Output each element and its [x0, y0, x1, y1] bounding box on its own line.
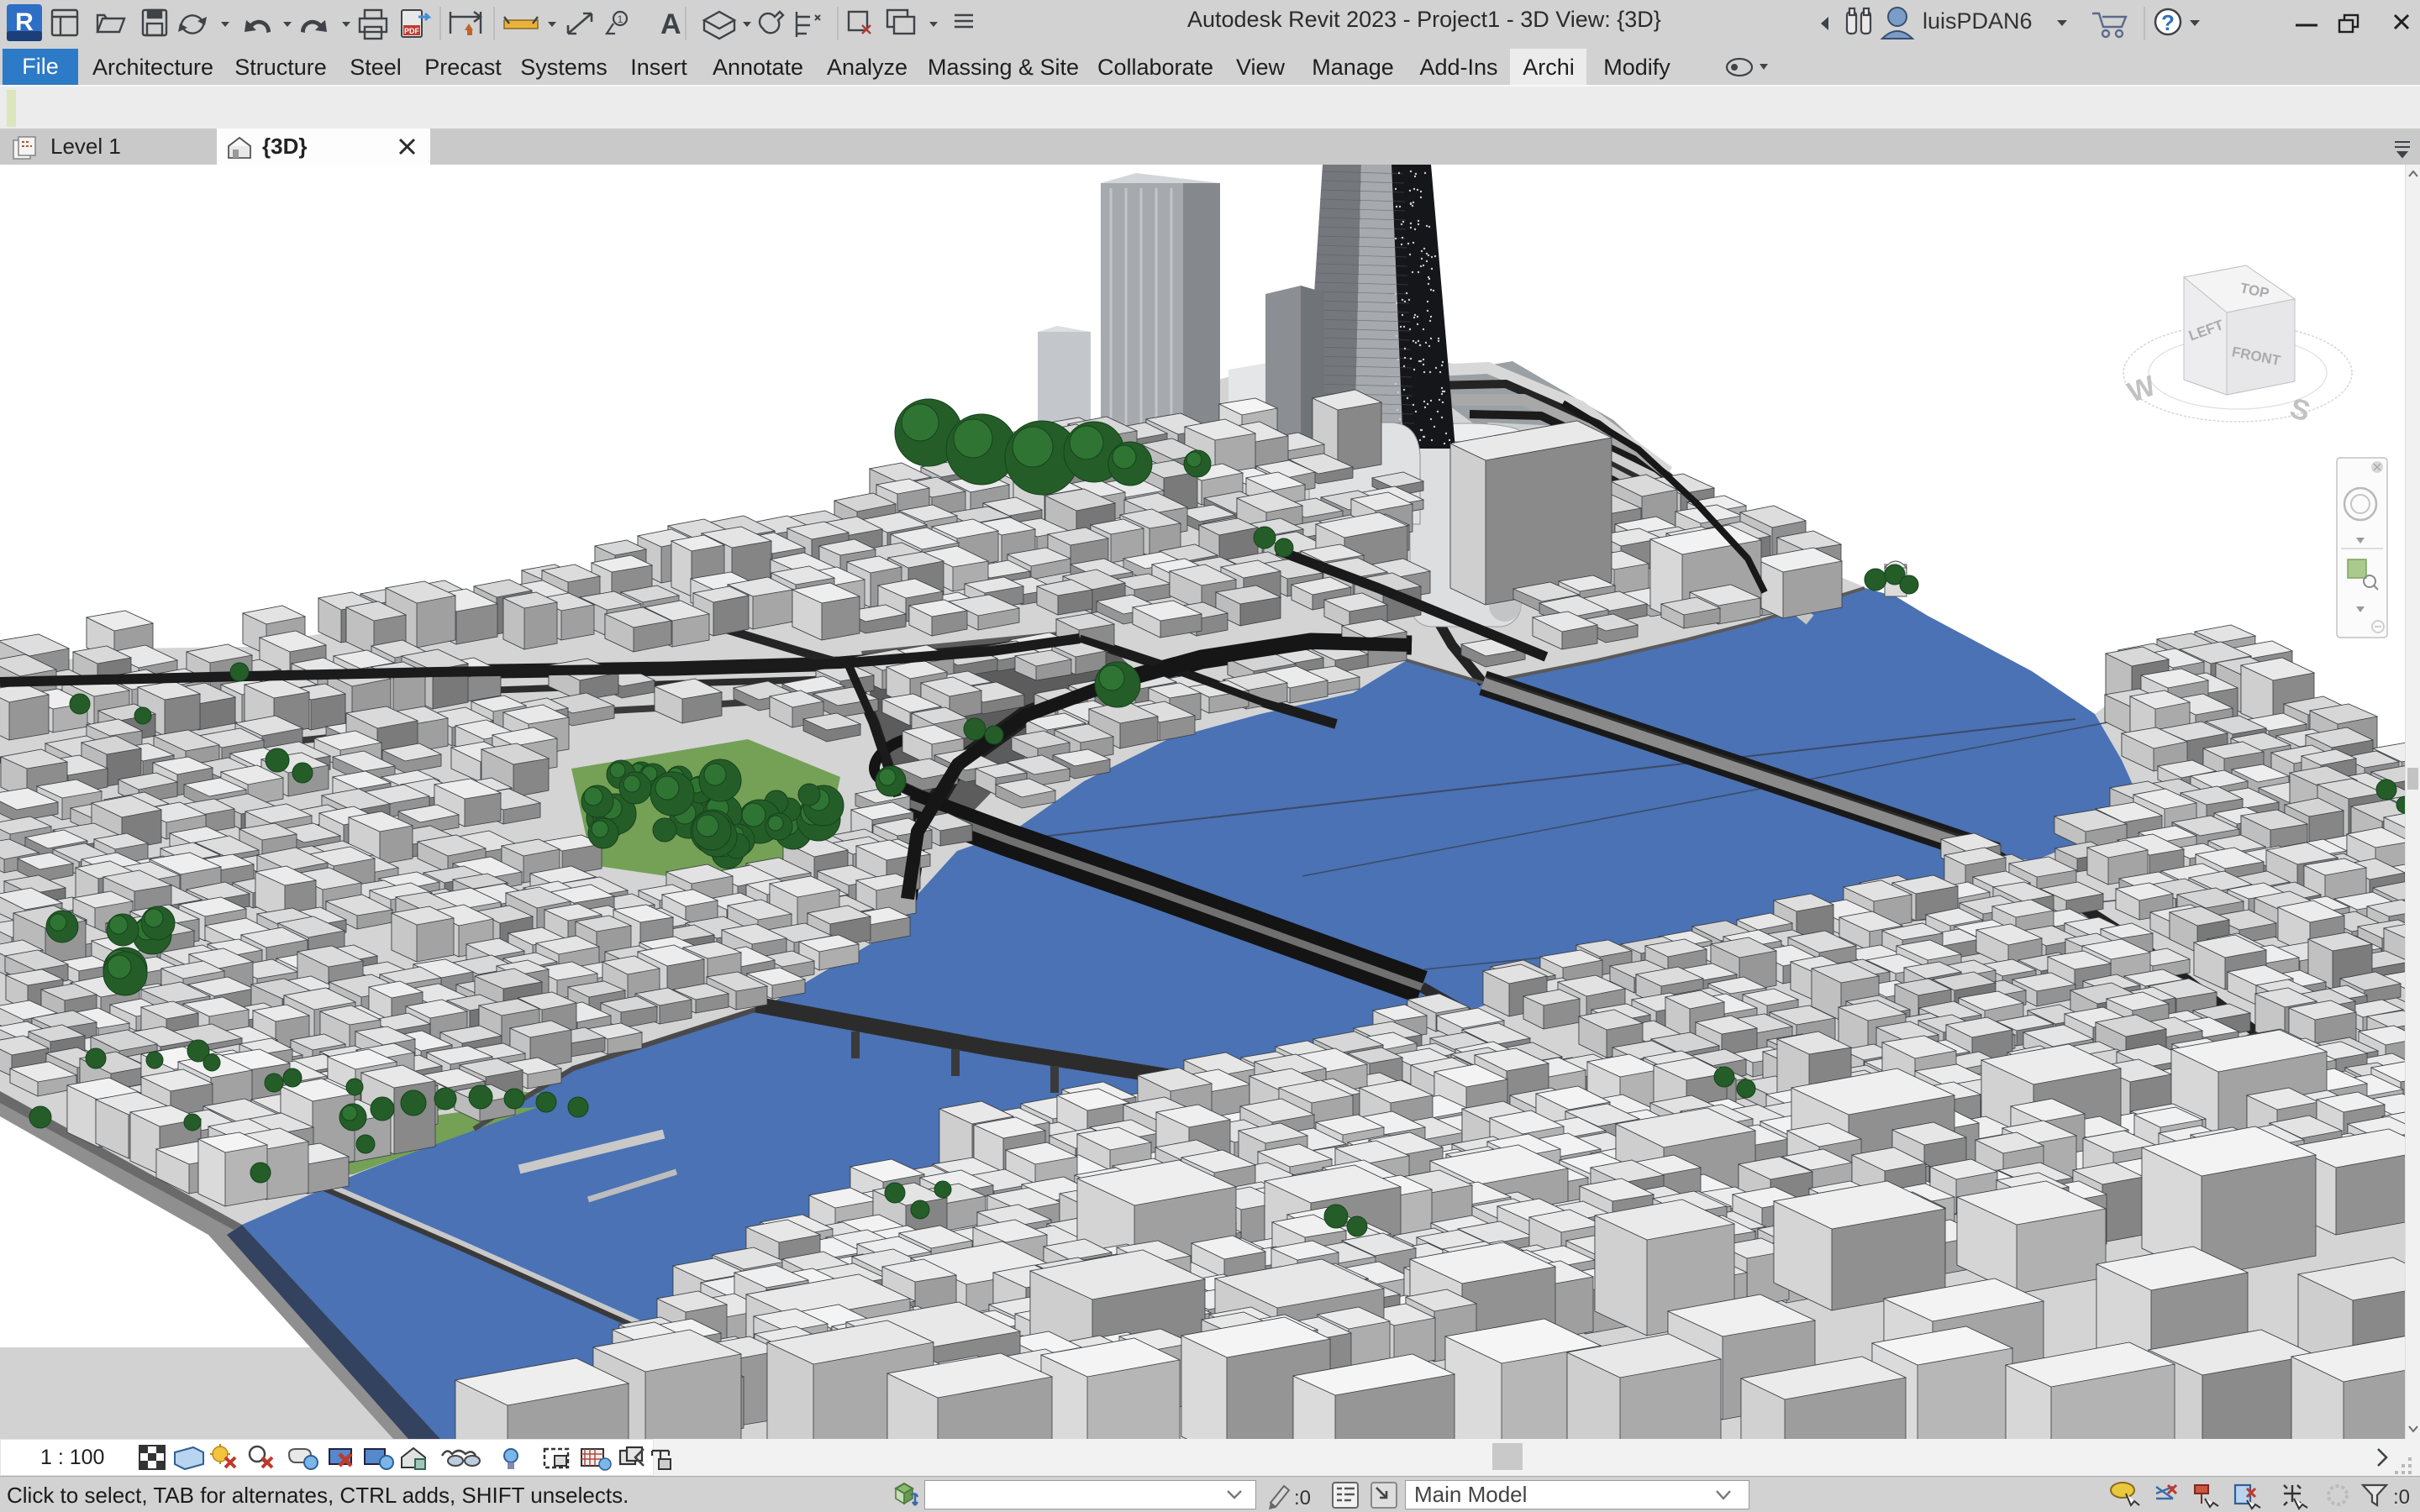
- svg-text:PDF: PDF: [404, 27, 420, 35]
- svg-text:?: ?: [2161, 10, 2175, 35]
- svg-text:luisPDAN6: luisPDAN6: [1923, 8, 2033, 34]
- svg-text:1: 1: [618, 13, 623, 25]
- svg-text::0: :0: [2393, 1486, 2410, 1509]
- svg-text:A: A: [660, 8, 681, 40]
- svg-text:R: R: [15, 8, 34, 36]
- svg-text::0: :0: [1294, 1487, 1311, 1509]
